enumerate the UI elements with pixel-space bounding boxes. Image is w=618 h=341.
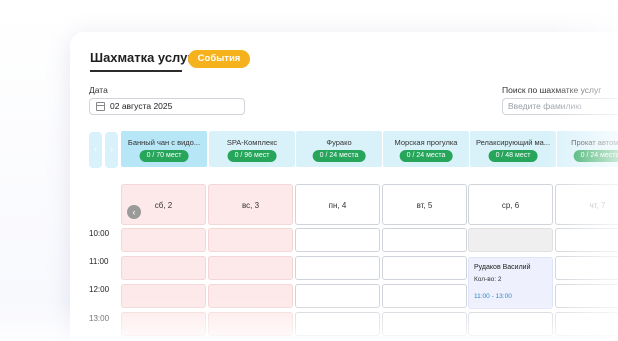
time-slot[interactable]: [295, 284, 380, 308]
service-tab-4[interactable]: Релаксирующий ма... 0 / 48 мест: [470, 131, 556, 167]
service-name: Фурако: [326, 138, 352, 147]
active-tab-underline: [90, 70, 182, 72]
time-slot[interactable]: [382, 228, 467, 252]
service-capacity-badge: 0 / 70 мест: [139, 150, 189, 162]
time-slot[interactable]: [295, 256, 380, 280]
time-slot[interactable]: [555, 256, 618, 280]
service-tab-1[interactable]: SPA-Комплекс 0 / 96 мест: [209, 131, 295, 167]
time-slot[interactable]: [468, 312, 553, 336]
services-prev-button[interactable]: ‹: [89, 132, 102, 168]
time-slot[interactable]: [208, 312, 293, 336]
service-tab-2[interactable]: Фурако 0 / 24 места: [296, 131, 382, 167]
time-slot[interactable]: [121, 256, 206, 280]
page-title: Шахматка услуг: [90, 50, 193, 65]
chevron-left-icon: ‹: [93, 144, 98, 155]
service-name: SPA-Комплекс: [226, 138, 278, 147]
service-capacity-badge: 0 / 48 мест: [488, 150, 538, 162]
time-slot[interactable]: [208, 228, 293, 252]
time-slot[interactable]: [121, 312, 206, 336]
booking-guest-name: Рудаков Василий: [474, 264, 531, 271]
date-label: Дата: [89, 85, 108, 95]
time-slot[interactable]: [468, 228, 553, 252]
day-header: вс, 3: [208, 184, 293, 225]
time-slot[interactable]: [382, 284, 467, 308]
days-prev-button[interactable]: ‹: [127, 205, 141, 219]
service-capacity-badge: 0 / 24 места: [399, 150, 453, 162]
schedule-card: Шахматка услуг События Дата 02 августа 2…: [70, 32, 618, 341]
services-next-button[interactable]: ›: [105, 132, 118, 168]
booking-time-range: 11:00 - 13:00: [474, 293, 512, 300]
time-label: 10:00: [89, 229, 110, 238]
date-field[interactable]: 02 августа 2025: [89, 98, 245, 115]
time-slot[interactable]: [208, 256, 293, 280]
time-slot[interactable]: [208, 284, 293, 308]
time-slot[interactable]: [555, 284, 618, 308]
service-capacity-badge: 0 / 24 места: [573, 150, 618, 162]
time-slot[interactable]: [295, 228, 380, 252]
day-header: чт, 7: [555, 184, 618, 225]
date-value: 02 августа 2025: [110, 101, 173, 111]
day-header: пн, 4: [295, 184, 380, 225]
service-name: Прокат автомо...: [571, 138, 618, 147]
time-slot[interactable]: [121, 228, 206, 252]
day-header: ср, 6: [468, 184, 553, 225]
time-slot[interactable]: [382, 256, 467, 280]
time-label: 12:00: [89, 285, 110, 294]
search-label: Поиск по шахматке услуг: [502, 85, 602, 95]
service-name: Релаксирующий ма...: [475, 138, 551, 147]
service-capacity-badge: 0 / 96 мест: [227, 150, 277, 162]
search-input[interactable]: Введите фамилию: [502, 98, 618, 115]
service-name: Морская прогулка: [394, 138, 458, 147]
chevron-right-icon: ›: [109, 144, 114, 155]
service-tab-0[interactable]: Банный чан с видо... 0 / 70 мест: [121, 131, 207, 167]
service-name: Банный чан с видо...: [127, 138, 201, 147]
day-header: вт, 5: [382, 184, 467, 225]
time-label: 11:00: [89, 257, 109, 266]
time-slot[interactable]: [121, 284, 206, 308]
booking-quantity: Кол-во: 2: [474, 276, 502, 283]
chevron-left-icon: ‹: [132, 207, 136, 217]
time-slot[interactable]: [382, 312, 467, 336]
time-slot[interactable]: [555, 312, 618, 336]
calendar-icon: [96, 102, 105, 111]
service-tab-3[interactable]: Морская прогулка 0 / 24 места: [383, 131, 469, 167]
time-label: 13:00: [89, 314, 110, 323]
events-button[interactable]: События: [188, 50, 250, 68]
booking-card[interactable]: Рудаков Василий Кол-во: 2 11:00 - 13:00: [468, 257, 553, 309]
service-tab-5[interactable]: Прокат автомо... 0 / 24 места: [557, 131, 618, 167]
service-capacity-badge: 0 / 24 места: [312, 150, 366, 162]
time-slot[interactable]: [555, 228, 618, 252]
time-slot[interactable]: [295, 312, 380, 336]
